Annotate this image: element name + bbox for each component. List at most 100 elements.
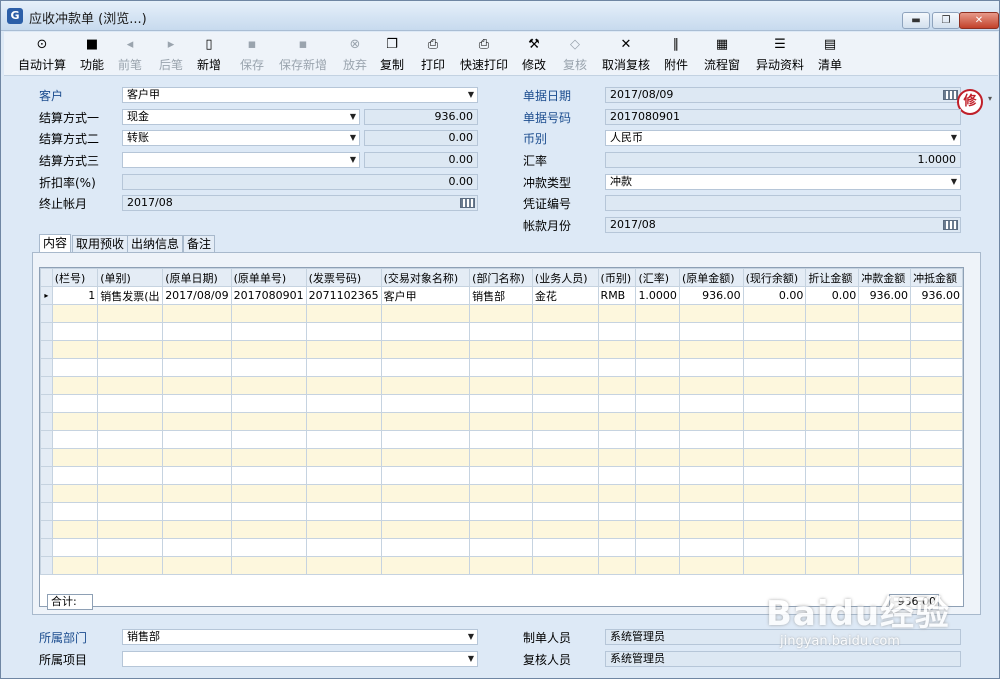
table-cell[interactable] <box>910 322 963 341</box>
table-cell[interactable] <box>230 556 307 575</box>
table-cell[interactable] <box>230 430 307 449</box>
table-cell[interactable] <box>380 340 471 359</box>
project-select[interactable]: ▼ <box>122 651 478 667</box>
customer-select[interactable]: 客户甲 ▼ <box>122 87 478 103</box>
table-cell[interactable]: 2017080901 <box>230 286 307 305</box>
toolbar-button-7[interactable]: ⊗ 放弃 <box>343 35 367 73</box>
table-cell[interactable] <box>162 556 232 575</box>
column-header[interactable]: 折让金额 <box>805 268 860 287</box>
table-cell[interactable] <box>858 304 912 323</box>
table-cell[interactable] <box>858 358 912 377</box>
table-cell[interactable] <box>635 520 680 539</box>
table-cell[interactable] <box>97 358 164 377</box>
table-cell[interactable] <box>597 394 637 413</box>
tab-cashier[interactable]: 出纳信息 <box>127 235 184 253</box>
table-cell[interactable] <box>162 304 232 323</box>
table-cell[interactable] <box>51 340 99 359</box>
table-cell[interactable] <box>742 448 807 467</box>
table-cell[interactable] <box>469 484 533 503</box>
table-cell[interactable] <box>531 430 599 449</box>
close-button[interactable]: ✕ <box>959 12 999 29</box>
table-cell[interactable] <box>635 412 680 431</box>
table-cell[interactable] <box>858 394 912 413</box>
table-cell[interactable] <box>97 466 164 485</box>
table-cell[interactable] <box>469 394 533 413</box>
settle1-select[interactable]: 现金 ▼ <box>122 109 360 125</box>
table-cell[interactable] <box>742 358 807 377</box>
table-cell[interactable] <box>97 520 164 539</box>
table-cell[interactable] <box>910 340 963 359</box>
table-cell[interactable] <box>230 304 307 323</box>
table-cell[interactable] <box>597 412 637 431</box>
table-cell[interactable] <box>230 394 307 413</box>
table-cell[interactable] <box>380 484 471 503</box>
table-cell[interactable] <box>742 322 807 341</box>
table-cell[interactable]: 销售发票(出 <box>97 286 164 305</box>
table-cell[interactable] <box>910 358 963 377</box>
table-cell[interactable] <box>597 484 637 503</box>
table-cell[interactable] <box>531 484 599 503</box>
table-cell[interactable] <box>635 322 680 341</box>
account-month-field[interactable]: 2017/08 <box>605 217 961 233</box>
table-cell[interactable] <box>230 538 307 557</box>
table-cell[interactable] <box>597 520 637 539</box>
table-cell[interactable] <box>531 358 599 377</box>
table-cell[interactable]: 0.00 <box>742 286 807 305</box>
table-cell[interactable] <box>858 412 912 431</box>
table-cell[interactable] <box>858 556 912 575</box>
settle2-amount[interactable]: 0.00 <box>364 130 478 146</box>
table-cell[interactable] <box>805 484 860 503</box>
calendar-icon[interactable] <box>943 90 958 100</box>
table-cell[interactable] <box>805 412 860 431</box>
table-cell[interactable] <box>805 538 860 557</box>
table-cell[interactable] <box>635 502 680 521</box>
toolbar-button-0[interactable]: ⊙ 自动计算 <box>18 35 66 73</box>
table-cell[interactable] <box>742 340 807 359</box>
column-header[interactable]: (部门名称) <box>469 268 533 287</box>
table-cell[interactable] <box>97 304 164 323</box>
table-row[interactable] <box>40 322 963 341</box>
table-cell[interactable] <box>380 448 471 467</box>
table-cell[interactable] <box>51 448 99 467</box>
table-cell[interactable] <box>162 322 232 341</box>
table-cell[interactable] <box>858 376 912 395</box>
table-cell[interactable] <box>597 322 637 341</box>
table-cell[interactable] <box>805 304 860 323</box>
table-cell[interactable] <box>531 520 599 539</box>
table-cell[interactable] <box>305 412 382 431</box>
column-header[interactable]: (原单金额) <box>678 268 744 287</box>
table-cell[interactable] <box>51 538 99 557</box>
table-cell[interactable] <box>380 304 471 323</box>
table-cell[interactable] <box>305 376 382 395</box>
table-cell[interactable] <box>635 340 680 359</box>
toolbar-button-1[interactable]: ■ 功能 <box>80 35 104 73</box>
table-cell[interactable] <box>910 394 963 413</box>
table-cell[interactable]: 2071102365 <box>305 286 382 305</box>
table-row[interactable] <box>40 430 963 449</box>
table-cell[interactable] <box>469 412 533 431</box>
table-cell[interactable] <box>678 394 744 413</box>
table-cell[interactable] <box>469 502 533 521</box>
table-cell[interactable] <box>742 376 807 395</box>
table-cell[interactable] <box>678 322 744 341</box>
table-cell[interactable]: 1 <box>51 286 99 305</box>
table-cell[interactable] <box>910 520 963 539</box>
table-cell[interactable] <box>162 502 232 521</box>
table-cell[interactable] <box>597 358 637 377</box>
table-cell[interactable] <box>51 430 99 449</box>
table-row[interactable] <box>40 358 963 377</box>
table-cell[interactable] <box>531 322 599 341</box>
table-cell[interactable] <box>305 322 382 341</box>
table-cell[interactable] <box>380 322 471 341</box>
table-cell[interactable] <box>910 304 963 323</box>
table-cell[interactable] <box>230 340 307 359</box>
table-cell[interactable] <box>230 376 307 395</box>
table-cell[interactable] <box>305 430 382 449</box>
toolbar-button-12[interactable]: ◇ 复核 <box>563 35 587 73</box>
table-cell[interactable] <box>805 448 860 467</box>
table-row[interactable] <box>40 376 963 395</box>
table-cell[interactable]: 0.00 <box>805 286 860 305</box>
table-cell[interactable] <box>597 430 637 449</box>
column-header[interactable]: 冲抵金额 <box>910 268 963 287</box>
toolbar-button-8[interactable]: ❐ 复制 <box>380 35 404 73</box>
